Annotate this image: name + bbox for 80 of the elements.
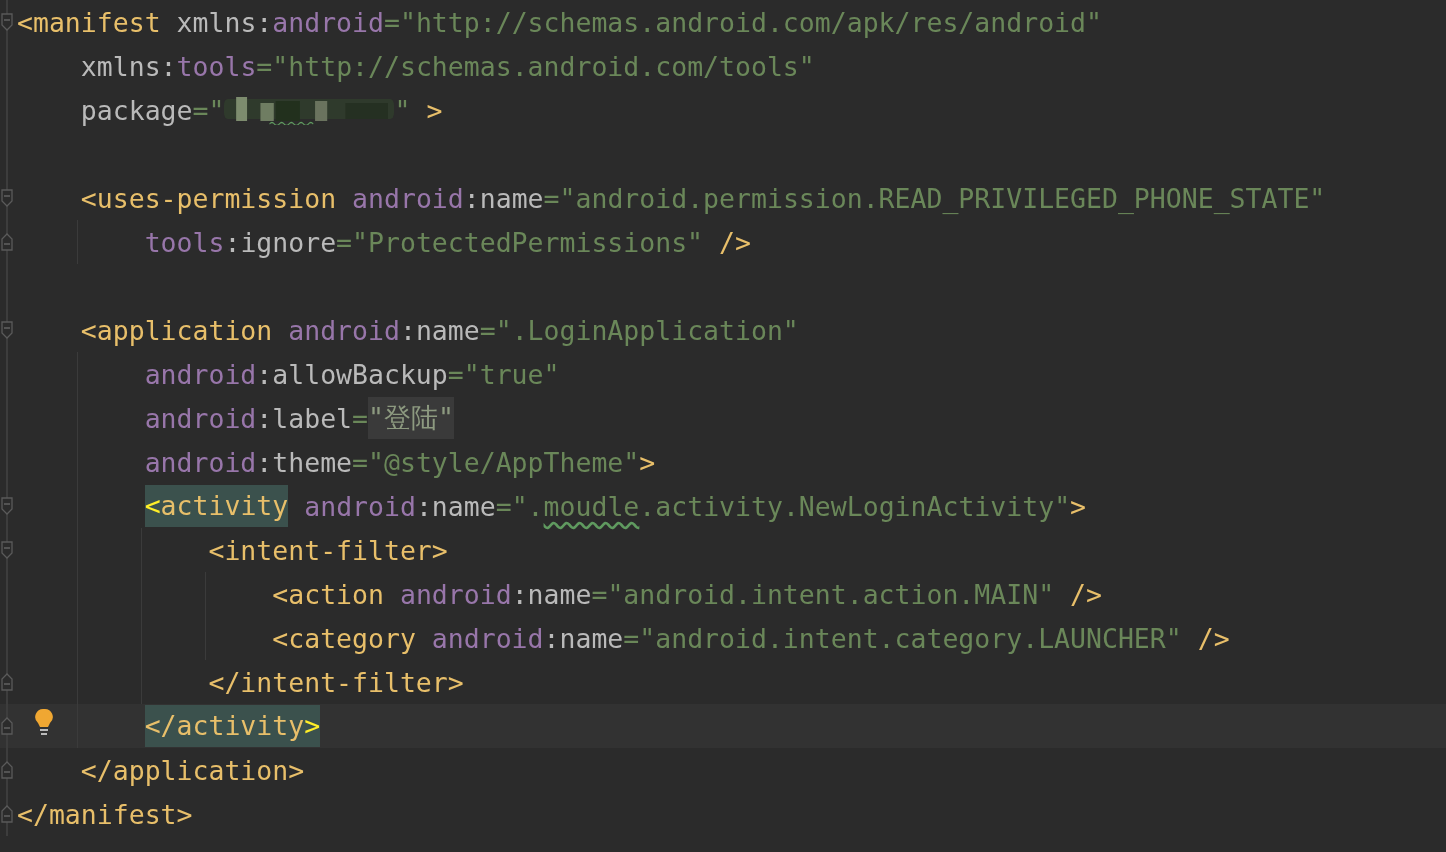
tag-bracket: < (144, 485, 161, 527)
xml-tag: <manifest (17, 6, 161, 38)
string-value: "true" (463, 358, 560, 390)
xml-tag: <uses-permission (80, 182, 337, 214)
xml-tag: <category (272, 622, 416, 654)
string-value: "android.permission.READ_PRIVILEGED_PHONE_STATE" (559, 182, 1326, 214)
fold-icon[interactable] (1, 189, 13, 207)
fold-icon[interactable] (1, 497, 13, 515)
namespace-prefix: android (431, 622, 544, 654)
string-value: ".LoginApplication" (495, 314, 799, 346)
attribute-name: :name (415, 490, 496, 522)
attribute-name: xmlns: (176, 6, 273, 38)
fold-end-icon[interactable] (1, 717, 13, 735)
equals-sign: = (623, 622, 640, 654)
equals-sign: = (192, 94, 209, 126)
fold-icon[interactable] (1, 13, 13, 31)
attribute-name: :label (256, 402, 353, 434)
equals-sign: = (384, 6, 400, 38)
fold-icon[interactable] (1, 541, 13, 559)
namespace-prefix: android (144, 446, 257, 478)
string-value: "@style/AppTheme" (368, 446, 640, 478)
equals-sign: = (543, 182, 560, 214)
string-value: "android.intent.action.MAIN" (607, 578, 1055, 610)
xml-tag: activity (160, 485, 289, 527)
equals-sign: = (447, 358, 464, 390)
attribute-name: xmlns: (80, 50, 177, 82)
attribute-name: :name (399, 314, 480, 346)
string-value: "http://schemas.android.com/tools" (272, 50, 815, 82)
equals-sign: = (352, 446, 369, 478)
attribute-name: :name (463, 182, 544, 214)
xml-tag: /> (1197, 622, 1230, 654)
namespace-prefix: android (399, 578, 512, 610)
namespace-prefix: android (272, 6, 384, 38)
xml-tag: > (1070, 490, 1087, 522)
namespace-prefix: android (144, 402, 257, 434)
fold-icon[interactable] (1, 321, 13, 339)
xml-tag: <intent-filter> (208, 534, 448, 566)
equals-sign: = (479, 314, 496, 346)
xml-tag: <action (272, 578, 384, 610)
equals-sign: = (352, 402, 369, 434)
namespace-prefix: android (288, 314, 400, 346)
xml-tag: /> (1070, 578, 1102, 610)
namespace-prefix: android (304, 490, 416, 522)
xml-tag: </application> (80, 754, 305, 786)
xml-tag: > (426, 94, 443, 126)
attribute-name: package (80, 94, 193, 126)
attribute-name: :allowBackup (256, 358, 448, 390)
fold-end-icon[interactable] (1, 805, 13, 823)
lightbulb-icon[interactable] (34, 708, 54, 738)
equals-sign: = (495, 490, 512, 522)
xml-tag: </intent-filter> (208, 666, 464, 698)
xml-tag: <application (80, 314, 273, 346)
attribute-name: :theme (256, 446, 353, 478)
attribute-name: :name (511, 578, 592, 610)
fold-end-icon[interactable] (1, 233, 13, 251)
xml-tag: /> (719, 226, 751, 258)
namespace-prefix: android (352, 182, 464, 214)
string-value: " (394, 94, 411, 126)
namespace-prefix: android (144, 358, 257, 390)
xml-tag: </activity (144, 705, 305, 747)
string-value: " (208, 94, 225, 126)
tag-bracket: > (304, 705, 321, 747)
attribute-name: :ignore (224, 226, 337, 258)
string-value: "http://schemas.android.com/apk/res/android" (399, 6, 1102, 38)
equals-sign: = (256, 50, 273, 82)
namespace-prefix: tools (176, 50, 257, 82)
string-value: ". (511, 490, 544, 522)
string-value: moudle (543, 490, 640, 522)
equals-sign: = (336, 226, 353, 258)
string-value: .activity.NewLoginActivity" (639, 490, 1071, 522)
string-value: "android.intent.category.LAUNCHER" (639, 622, 1182, 654)
string-value: "ProtectedPermissions" (352, 226, 704, 258)
namespace-prefix: tools (144, 226, 225, 258)
fold-end-icon[interactable] (1, 673, 13, 691)
folded-string: "登陆" (368, 397, 454, 439)
xml-tag: </manifest> (17, 798, 193, 830)
attribute-name: :name (543, 622, 624, 654)
equals-sign: = (591, 578, 608, 610)
xml-tag: > (639, 446, 656, 478)
fold-end-icon[interactable] (1, 761, 13, 779)
